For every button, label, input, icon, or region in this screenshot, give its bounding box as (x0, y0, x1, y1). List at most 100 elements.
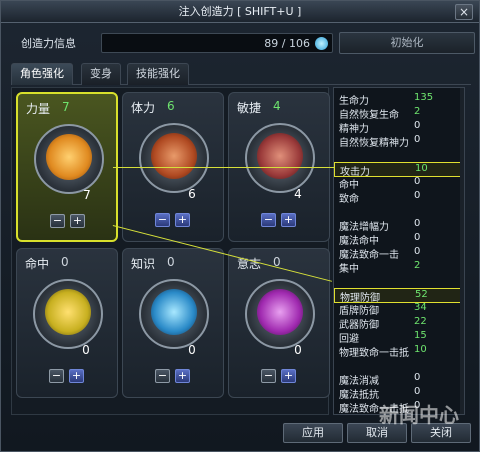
stat-label: 物理致命一击抵 (339, 348, 409, 359)
attribute-emblem: 4 (245, 123, 315, 201)
stat-row: 攻击力 10 (334, 162, 464, 178)
decrease-button[interactable]: − (155, 213, 170, 227)
decrease-button[interactable]: − (155, 369, 170, 383)
increase-button[interactable]: + (281, 213, 296, 227)
tab-transform[interactable]: 变身 (81, 63, 121, 85)
stat-row: 魔法消减 0 (334, 372, 464, 387)
tab-bar: 角色强化 变身 技能强化 (11, 63, 471, 85)
attribute-emblem: 0 (33, 279, 103, 357)
decrease-button[interactable]: − (49, 369, 64, 383)
attribute-panel: 力量 7 7 − + 体力 6 6 − + 敏捷 4 4 − + 命中 0 0 … (11, 87, 330, 415)
stat-value: 0 (414, 120, 421, 131)
stat-value: 0 (414, 134, 421, 145)
stat-row: 魔法增幅力 0 (334, 218, 464, 233)
stat-value: 0 (414, 386, 421, 397)
attribute-value: 6 (167, 99, 175, 113)
stat-value: 135 (414, 92, 434, 103)
target-face-icon (45, 289, 91, 335)
stat-value: 10 (414, 344, 427, 355)
increase-button[interactable]: + (69, 369, 84, 383)
decrease-button[interactable]: − (261, 369, 276, 383)
stat-row: 自然恢复精神力 0 (334, 134, 464, 149)
stat-value: 52 (415, 289, 428, 300)
stat-row: 盾牌防御 34 (334, 302, 464, 317)
attribute-name: 体力 (131, 101, 156, 115)
attribute-emblem: 6 (139, 123, 209, 201)
stat-label: 回避 (339, 334, 359, 345)
stats-list: 生命力 135 自然恢复生命 2 精神力 0 自然恢复精神力 0 攻击力 10 命中 0 致命 0 魔法增幅… (333, 87, 465, 415)
decrease-button[interactable]: − (50, 214, 65, 228)
stat-value: 2 (414, 260, 421, 271)
highlight-connector (113, 167, 335, 168)
stat-value: 0 (414, 218, 421, 229)
stat-label: 盾牌防御 (339, 306, 379, 317)
stat-row (334, 148, 464, 163)
stat-row: 回避 15 (334, 330, 464, 345)
attribute-value: 7 (62, 100, 70, 114)
increase-button[interactable]: + (175, 369, 190, 383)
stat-row (334, 358, 464, 373)
tab-skill-enhance[interactable]: 技能强化 (127, 63, 189, 85)
stats-scrollbar[interactable] (460, 88, 464, 414)
stat-value: 0 (414, 232, 421, 243)
apply-button[interactable]: 应用 (283, 423, 343, 443)
stat-row: 物理致命一击抵 10 (334, 344, 464, 359)
increase-button[interactable]: + (281, 369, 296, 383)
stat-label: 命中 (339, 180, 359, 191)
stat-row: 魔法命中 0 (334, 232, 464, 247)
stat-label: 精神力 (339, 124, 369, 135)
crystal-icon (315, 37, 328, 50)
attribute-emblem: 0 (139, 279, 209, 357)
stat-label: 致命 (339, 194, 359, 205)
creation-points-bar: 89 / 106 (101, 33, 333, 53)
stat-value: 15 (414, 330, 427, 341)
stat-label: 魔法致命一击 (339, 250, 399, 261)
stat-value: 0 (414, 176, 421, 187)
fist-icon (46, 134, 92, 180)
stat-value: 0 (414, 372, 421, 383)
stat-value: 10 (415, 163, 428, 174)
attribute-card-will[interactable]: 意志 0 0 − + (228, 248, 330, 398)
stat-row: 命中 0 (334, 176, 464, 191)
title-bar[interactable]: 注入创造力 [ SHIFT+U ] × (1, 1, 479, 23)
increase-button[interactable]: + (70, 214, 85, 228)
attribute-value: 4 (273, 99, 281, 113)
stat-label: 武器防御 (339, 320, 379, 331)
masked-face-icon (257, 289, 303, 335)
stat-value: 0 (414, 190, 421, 201)
stat-row: 物理防御 52 (334, 288, 464, 304)
stat-row: 生命力 135 (334, 92, 464, 107)
attribute-card-accuracy[interactable]: 命中 0 0 − + (16, 248, 118, 398)
increase-button[interactable]: + (175, 213, 190, 227)
attribute-emblem: 7 (34, 124, 104, 202)
close-window-button[interactable]: × (455, 4, 473, 20)
decrease-button[interactable]: − (261, 213, 276, 227)
running-legs-icon (257, 133, 303, 179)
attribute-name: 命中 (25, 257, 50, 271)
stat-row (334, 274, 464, 289)
creation-info-row: 创造力信息 89 / 106 初始化 (7, 31, 475, 55)
stat-label: 集中 (339, 264, 359, 275)
attribute-name: 力量 (26, 102, 51, 116)
attribute-emblem: 0 (245, 279, 315, 357)
window-title: 注入创造力 [ SHIFT+U ] (178, 5, 302, 18)
initialize-button[interactable]: 初始化 (339, 32, 475, 54)
attribute-name: 知识 (131, 257, 156, 271)
stat-row: 精神力 0 (334, 120, 464, 135)
stat-row: 自然恢复生命 2 (334, 106, 464, 121)
stat-row: 致命 0 (334, 190, 464, 205)
creation-points-value: 89 / 106 (264, 37, 310, 50)
tab-character-enhance[interactable]: 角色强化 (11, 63, 73, 85)
stat-value: 0 (414, 246, 421, 257)
stat-label: 自然恢复精神力 (339, 138, 409, 149)
attribute-value: 0 (167, 255, 175, 269)
muscle-man-icon (151, 133, 197, 179)
attribute-card-strength[interactable]: 力量 7 7 − + (16, 92, 118, 242)
stat-label: 自然恢复生命 (339, 110, 399, 121)
stat-row: 魔法致命一击 0 (334, 246, 464, 261)
stat-label: 魔法增幅力 (339, 222, 389, 233)
watermark: 新闻中心 (379, 403, 459, 427)
attribute-name: 敏捷 (237, 101, 262, 115)
stat-label: 魔法消减 (339, 376, 379, 387)
attribute-card-knowledge[interactable]: 知识 0 0 − + (122, 248, 224, 398)
